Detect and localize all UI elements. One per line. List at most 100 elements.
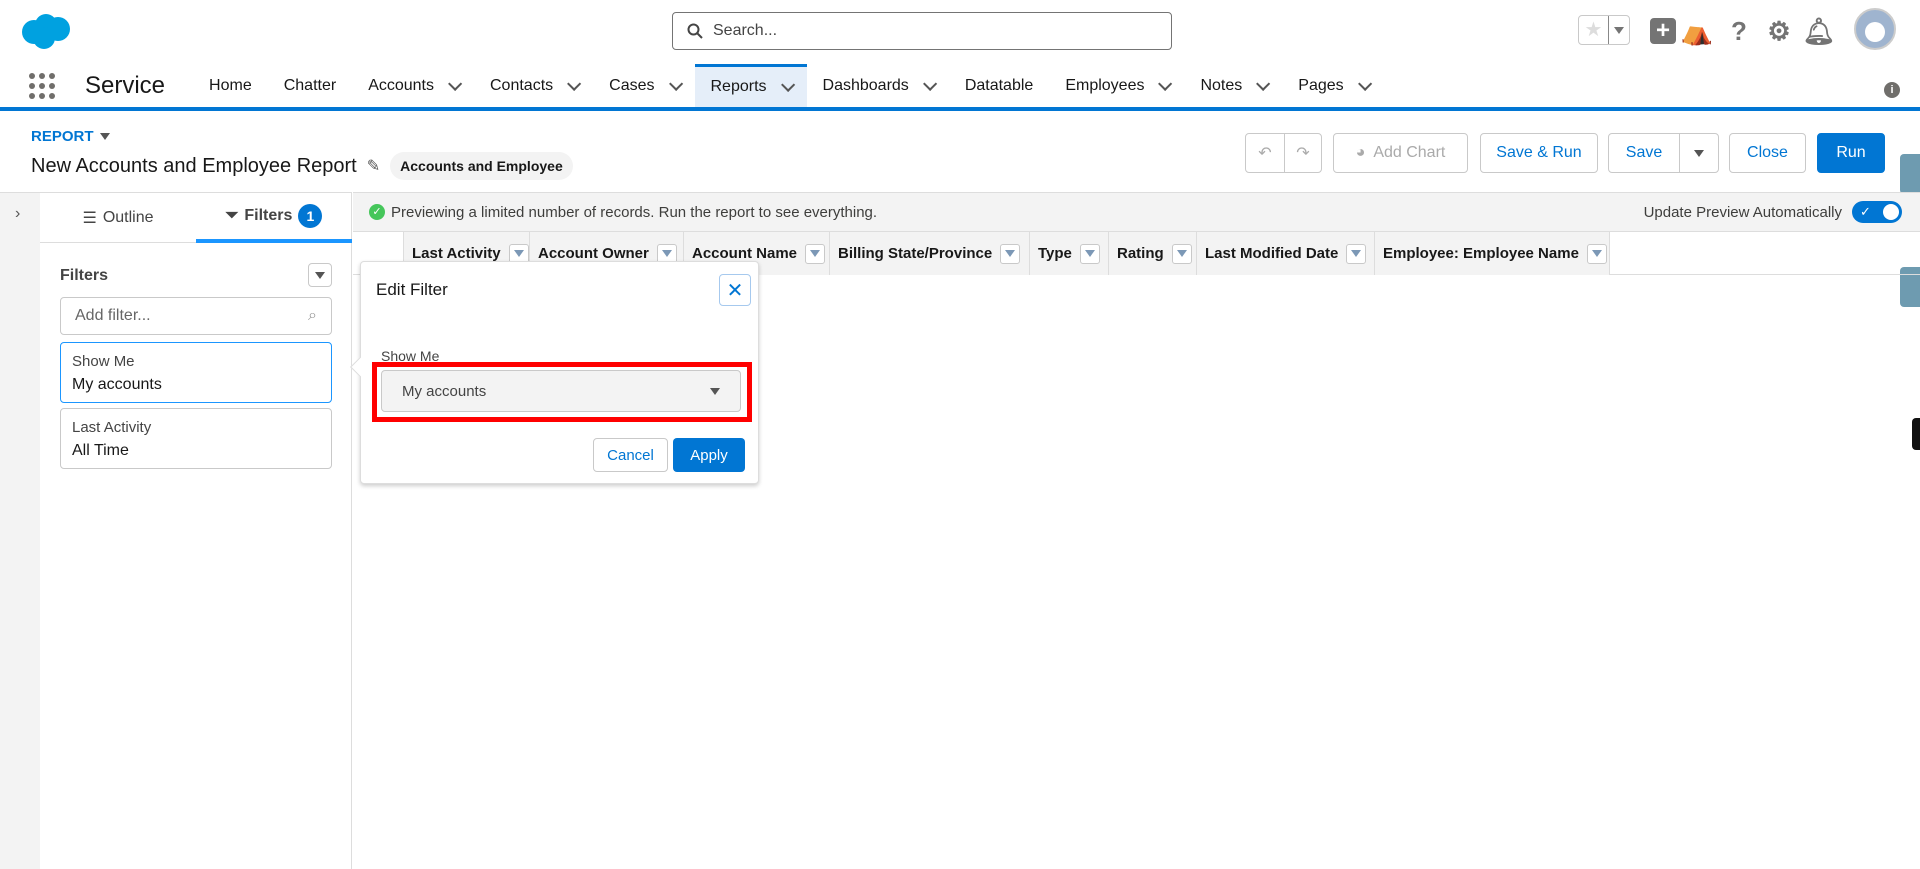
nav-reports[interactable]: Reports bbox=[694, 64, 807, 107]
chevron-down-icon[interactable] bbox=[448, 76, 463, 91]
popover-arrow bbox=[350, 357, 370, 377]
chevron-down-icon[interactable] bbox=[567, 76, 582, 91]
star-icon: ★ bbox=[1584, 19, 1603, 41]
global-header: Search... ★ + ⛺ ? ⚙ 🔔︎ bbox=[0, 0, 1920, 64]
list-icon: ☰ bbox=[82, 209, 97, 227]
filter-card-last-activity[interactable]: Last Activity All Time bbox=[60, 408, 332, 469]
auto-update-label: Update Preview Automatically bbox=[1643, 203, 1842, 221]
column-menu-button[interactable] bbox=[805, 243, 826, 264]
selected-value: My accounts bbox=[402, 382, 487, 400]
report-title: New Accounts and Employee Report bbox=[31, 154, 357, 177]
edit-filter-popover: Edit Filter ✕ Show Me My accounts Cancel… bbox=[350, 261, 759, 484]
column-menu-button[interactable] bbox=[1171, 243, 1192, 264]
column-header[interactable]: Type bbox=[1029, 232, 1108, 275]
caret-down-icon bbox=[710, 387, 720, 395]
column-label: Account Name bbox=[692, 245, 798, 262]
cancel-button[interactable]: Cancel bbox=[593, 438, 668, 472]
scroll-handle[interactable] bbox=[1912, 418, 1920, 450]
info-icon[interactable]: i bbox=[1884, 82, 1900, 98]
filters-menu-button[interactable] bbox=[308, 263, 332, 287]
chevron-down-icon[interactable] bbox=[1256, 76, 1271, 91]
report-label-text: REPORT bbox=[31, 128, 94, 145]
save-button[interactable]: Save bbox=[1608, 133, 1680, 173]
close-popover-button[interactable]: ✕ bbox=[719, 274, 751, 306]
help-icon[interactable]: ? bbox=[1724, 16, 1754, 46]
nav-contacts[interactable]: Contacts bbox=[474, 64, 593, 107]
nav-label: Pages bbox=[1298, 76, 1344, 94]
nav-accounts[interactable]: Accounts bbox=[352, 64, 474, 107]
save-run-button[interactable]: Save & Run bbox=[1480, 133, 1598, 173]
column-label: Last Activity bbox=[412, 245, 501, 262]
filters-panel: ☰ Outline ⏷ Filters 1 Filters Add filter..… bbox=[40, 192, 352, 869]
nav-notes[interactable]: Notes bbox=[1184, 64, 1282, 107]
chevron-down-icon[interactable] bbox=[922, 76, 938, 91]
column-label: Last Modified Date bbox=[1205, 245, 1339, 262]
column-menu-button[interactable] bbox=[1000, 243, 1021, 264]
close-button[interactable]: Close bbox=[1729, 133, 1806, 173]
undo-button[interactable]: ↶ bbox=[1245, 133, 1285, 173]
tab-outline[interactable]: ☰ Outline bbox=[40, 193, 196, 243]
chevron-down-icon[interactable] bbox=[780, 77, 795, 92]
nav-home[interactable]: Home bbox=[193, 64, 268, 107]
nav-label: Datatable bbox=[964, 76, 1034, 94]
add-icon[interactable]: + bbox=[1648, 16, 1678, 46]
report-type-label[interactable]: REPORT bbox=[31, 128, 110, 145]
chevron-down-icon[interactable] bbox=[668, 76, 683, 91]
tab-filters[interactable]: ⏷ Filters 1 bbox=[196, 193, 352, 243]
column-header[interactable]: Billing State/Province bbox=[829, 232, 1029, 275]
add-chart-button[interactable]: ◕ Add Chart bbox=[1333, 133, 1468, 173]
app-name: Service bbox=[85, 71, 166, 99]
search-placeholder: Search... bbox=[713, 22, 778, 39]
auto-update-toggle[interactable]: ✓ bbox=[1852, 201, 1902, 223]
favorites-button[interactable]: ★ bbox=[1578, 15, 1630, 45]
nav-label: Dashboards bbox=[822, 76, 909, 94]
gear-icon[interactable]: ⚙ bbox=[1764, 16, 1794, 46]
nav-cases[interactable]: Cases bbox=[593, 64, 694, 107]
column-label: Employee: Employee Name bbox=[1383, 245, 1579, 262]
column-header[interactable]: Employee: Employee Name bbox=[1374, 232, 1610, 275]
nav-label: Reports bbox=[710, 78, 767, 95]
nav-pages[interactable]: Pages bbox=[1282, 64, 1383, 107]
column-label: Type bbox=[1038, 245, 1072, 262]
nav-datatable[interactable]: Datatable bbox=[949, 64, 1050, 107]
column-menu-button[interactable] bbox=[1346, 243, 1367, 264]
nav-label: Accounts bbox=[368, 76, 434, 94]
global-search[interactable]: Search... bbox=[672, 12, 1172, 50]
save-menu-button[interactable] bbox=[1679, 133, 1719, 173]
pencil-icon[interactable]: ✎ bbox=[367, 156, 380, 176]
salesforce-logo[interactable] bbox=[20, 12, 72, 50]
show-me-select[interactable]: My accounts bbox=[381, 370, 741, 412]
nav-dashboards[interactable]: Dashboards bbox=[807, 64, 949, 107]
expand-chevron-icon[interactable]: › bbox=[15, 205, 20, 223]
filter-label: Last Activity bbox=[72, 419, 152, 436]
column-label: Rating bbox=[1117, 245, 1164, 262]
column-header[interactable]: Last Modified Date bbox=[1196, 232, 1374, 275]
chevron-down-icon[interactable] bbox=[1158, 76, 1173, 91]
success-check-icon: ✓ bbox=[369, 204, 385, 220]
favorites-dropdown[interactable] bbox=[1607, 16, 1629, 44]
run-button[interactable]: Run bbox=[1817, 133, 1885, 173]
column-menu-button[interactable] bbox=[1586, 243, 1607, 264]
preview-bar: ✓ Previewing a limited number of records… bbox=[353, 192, 1920, 232]
search-icon: ⌕ bbox=[308, 307, 317, 324]
bell-icon[interactable]: 🔔︎ bbox=[1803, 16, 1836, 46]
apply-button[interactable]: Apply bbox=[673, 438, 745, 472]
nav-employees[interactable]: Employees bbox=[1049, 64, 1184, 107]
app-launcher-icon[interactable] bbox=[29, 72, 73, 99]
report-title-row: New Accounts and Employee Report ✎ Accou… bbox=[31, 152, 573, 180]
avatar[interactable] bbox=[1854, 8, 1896, 50]
filter-card-show-me[interactable]: Show Me My accounts bbox=[60, 342, 332, 403]
navigation-bar: Service Home Chatter Accounts Contacts C… bbox=[0, 64, 1920, 111]
filter-label: Show Me bbox=[72, 353, 135, 370]
column-header[interactable]: Rating bbox=[1108, 232, 1196, 275]
filter-value: All Time bbox=[72, 442, 129, 459]
column-menu-button[interactable] bbox=[1079, 243, 1100, 264]
side-panel-toggle[interactable] bbox=[1900, 154, 1920, 194]
nav-chatter[interactable]: Chatter bbox=[268, 64, 352, 107]
report-type-badge: Accounts and Employee bbox=[390, 152, 573, 180]
chevron-down-icon[interactable] bbox=[1357, 76, 1372, 91]
trailhead-icon[interactable]: ⛺ bbox=[1681, 16, 1713, 46]
add-filter-input[interactable]: Add filter... ⌕ bbox=[60, 297, 332, 335]
redo-button[interactable]: ↷ bbox=[1284, 133, 1322, 173]
nav-label: Notes bbox=[1200, 76, 1243, 94]
